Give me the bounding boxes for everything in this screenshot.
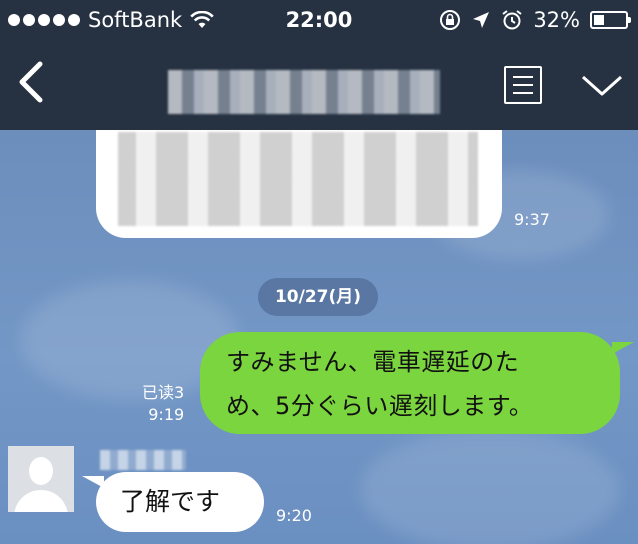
menu-icon[interactable] [504, 66, 542, 104]
battery-percent: 32% [533, 8, 580, 32]
received-message-time: 9:20 [276, 506, 312, 525]
chevron-down-icon[interactable] [580, 72, 624, 100]
received-message-text: 了解です [120, 487, 221, 516]
read-receipt: 已读3 9:19 [142, 382, 184, 426]
chat-title-blurred [168, 70, 440, 114]
top-bar: SoftBank 22:00 32% [0, 0, 638, 130]
rotation-lock-icon [440, 10, 461, 30]
previous-message-time: 9:37 [514, 210, 550, 229]
read-label: 已读3 [142, 383, 185, 402]
status-bar: SoftBank 22:00 32% [0, 0, 638, 40]
sent-message-time: 9:19 [148, 405, 185, 424]
date-separator: 10/27(月) [258, 278, 378, 316]
chat-area[interactable]: 9:37 10/27(月) 已读3 9:19 すみません、電車遅延のた め、5分… [0, 130, 638, 544]
alarm-icon [502, 10, 522, 30]
sent-message-line-2: め、5分ぐらい遅刻します。 [226, 392, 534, 420]
location-arrow-icon [473, 12, 490, 28]
previous-message-bubble[interactable] [96, 130, 502, 238]
sent-message-line-1: すみません、電車遅延のた [226, 348, 520, 376]
avatar[interactable] [8, 446, 74, 512]
blurred-message-content [118, 132, 478, 226]
sent-message-bubble[interactable]: すみません、電車遅延のた め、5分ぐらい遅刻します。 [200, 332, 634, 434]
sender-name-blurred [100, 450, 186, 470]
status-right-group: 32% [439, 0, 631, 40]
back-arrow-icon[interactable] [14, 58, 50, 106]
battery-icon [590, 11, 631, 29]
received-message-bubble[interactable]: 了解です [82, 472, 264, 532]
chat-header [0, 40, 638, 130]
